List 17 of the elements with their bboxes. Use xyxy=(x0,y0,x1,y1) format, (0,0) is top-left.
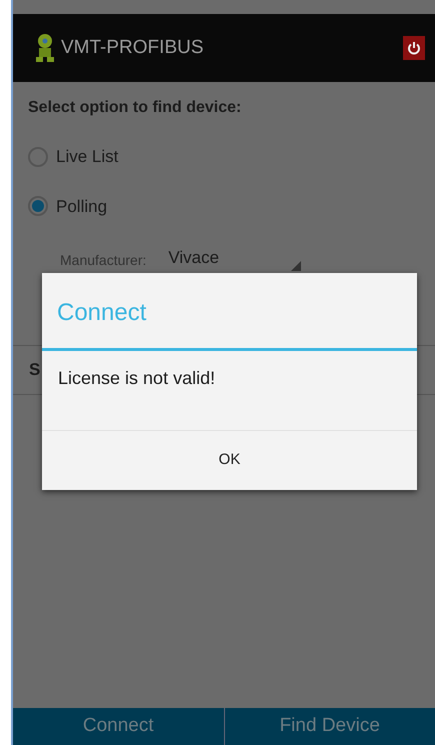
find-device-button[interactable]: Find Device xyxy=(224,708,435,745)
prompt-text: Select option to find device: xyxy=(28,98,242,118)
ok-button[interactable]: OK xyxy=(42,430,417,490)
power-button[interactable] xyxy=(403,36,425,60)
manufacturer-dropdown[interactable]: Vivace xyxy=(168,245,302,270)
app-title: VMT-PROFIBUS xyxy=(61,36,204,60)
dialog-title: Connect xyxy=(42,273,417,351)
caret-icon xyxy=(291,260,302,270)
dialog-message: License is not valid! xyxy=(57,367,216,390)
option-label[interactable]: Polling xyxy=(56,194,108,219)
connect-button[interactable]: Connect xyxy=(13,708,224,745)
power-icon xyxy=(407,41,421,55)
manufacturer-label: Manufacturer: xyxy=(60,250,146,270)
section-label: S xyxy=(29,358,40,381)
robot-logo-icon xyxy=(33,33,57,63)
radio-button[interactable] xyxy=(28,196,48,216)
option-label[interactable]: Live List xyxy=(56,144,118,170)
